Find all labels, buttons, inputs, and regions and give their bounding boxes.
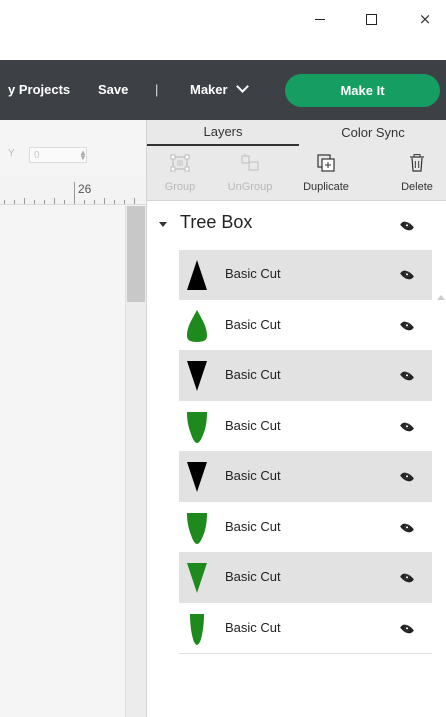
layer-name: Basic Cut	[225, 518, 281, 534]
panel-tabs: Layers Color Sync	[147, 120, 446, 147]
save-button[interactable]: Save	[98, 60, 128, 120]
machine-selector[interactable]: Maker	[190, 60, 249, 120]
layers-panel: Layers Color Sync Group UnGroup Duplicat…	[146, 120, 446, 717]
group-button[interactable]: Group	[147, 146, 213, 200]
duplicate-icon	[317, 154, 335, 172]
ruler-tick	[114, 200, 115, 204]
layer-row[interactable]: Basic Cut	[179, 402, 432, 452]
horizontal-ruler: 26	[0, 176, 146, 205]
layer-group-tree-box[interactable]: Tree Box	[147, 210, 435, 240]
y-position-stepper[interactable]: ▲ ▼	[79, 149, 87, 162]
layer-row[interactable]: Basic Cut	[179, 452, 432, 502]
ungroup-label: UnGroup	[227, 181, 273, 193]
layer-shape-triangle-down-icon	[187, 361, 207, 391]
layer-shape-triangle-up-icon	[187, 260, 207, 290]
ruler-tick	[34, 200, 35, 204]
layer-name: Basic Cut	[225, 569, 281, 584]
layer-name: Basic Cut	[225, 367, 281, 382]
layer-name: Basic Cut	[225, 417, 281, 433]
eye-icon[interactable]	[399, 419, 415, 434]
caret-down-icon[interactable]	[159, 222, 167, 227]
ruler-tick	[44, 200, 45, 204]
scroll-up-icon[interactable]	[437, 295, 445, 300]
header-divider: |	[155, 82, 159, 97]
close-icon: ×	[418, 10, 432, 28]
machine-label: Maker	[190, 82, 228, 97]
ruler-tick	[84, 200, 85, 204]
y-position-label: Y	[8, 148, 15, 159]
chevron-down-icon	[235, 80, 249, 93]
layer-name: Basic Cut	[225, 619, 281, 635]
layer-name: Basic Cut	[225, 468, 281, 483]
group-title: Tree Box	[180, 212, 253, 232]
group-label: Group	[164, 181, 196, 193]
duplicate-button[interactable]: Duplicate	[293, 146, 359, 200]
ruler-tick	[64, 200, 65, 204]
layer-row[interactable]: Basic Cut	[179, 553, 432, 603]
ungroup-button[interactable]: UnGroup	[217, 146, 283, 200]
tab-color-sync[interactable]: Color Sync	[299, 120, 446, 146]
ruler-label: 26	[78, 182, 92, 196]
app-header: y Projects Save | Maker Make It	[0, 60, 446, 120]
group-icon	[170, 154, 190, 172]
eye-icon[interactable]	[399, 368, 415, 384]
maximize-button[interactable]	[354, 0, 388, 38]
layer-shape-blade-icon	[187, 512, 207, 544]
layer-name: Basic Cut	[225, 316, 281, 332]
eye-icon[interactable]	[399, 318, 415, 333]
ruler-tick	[94, 200, 95, 204]
ruler-tick	[104, 198, 105, 204]
layer-row[interactable]: Basic Cut	[179, 250, 432, 300]
layer-row[interactable]: Basic Cut	[179, 301, 432, 351]
ruler-tick	[124, 200, 125, 204]
layers-list: Tree Box Basic Cut Basic Cut Basic Cut Basi…	[147, 200, 446, 717]
layer-row[interactable]: Basic Cut	[179, 503, 432, 553]
layer-row[interactable]: Basic Cut	[179, 351, 432, 401]
canvas-scrollbar-thumb[interactable]	[127, 206, 145, 302]
ruler-tick	[74, 182, 75, 204]
trash-icon	[410, 154, 424, 172]
delete-button[interactable]: Delete	[384, 146, 446, 200]
ruler-tick	[54, 198, 55, 204]
layer-shape-narrow-blade-icon	[190, 613, 204, 645]
layer-toolbar: Group UnGroup Duplicate Delete	[147, 146, 446, 201]
eye-icon[interactable]	[399, 218, 415, 234]
ruler-tick	[14, 200, 15, 204]
design-canvas[interactable]: Y 0 ▲ ▼ 26	[0, 120, 146, 717]
duplicate-label: Duplicate	[303, 181, 349, 193]
layer-shape-blade-icon	[187, 411, 207, 443]
canvas-scrollbar[interactable]	[125, 206, 146, 717]
tab-layers[interactable]: Layers	[147, 120, 299, 146]
minimize-button[interactable]	[303, 0, 337, 38]
close-button[interactable]: ×	[408, 0, 442, 38]
my-projects-link[interactable]: y Projects	[8, 60, 70, 120]
delete-label: Delete	[401, 181, 433, 193]
eye-icon[interactable]	[399, 570, 415, 586]
ruler-tick	[4, 200, 5, 204]
ruler-tick	[24, 198, 25, 204]
eye-icon[interactable]	[399, 520, 415, 535]
eye-icon[interactable]	[399, 267, 415, 283]
y-position-value: 0	[34, 150, 40, 161]
minimize-icon	[315, 19, 325, 20]
layer-row[interactable]: Basic Cut	[179, 604, 432, 654]
window-titlebar: ×	[0, 0, 446, 38]
make-it-button[interactable]: Make It	[285, 74, 440, 107]
eye-icon[interactable]	[399, 469, 415, 485]
eye-icon[interactable]	[399, 621, 415, 636]
ruler-tick	[134, 198, 135, 204]
ungroup-icon	[241, 154, 259, 171]
layer-name: Basic Cut	[225, 266, 281, 281]
maximize-icon	[365, 14, 377, 25]
layer-shape-triangle-down-icon	[187, 462, 207, 492]
layer-shape-leaf-icon	[187, 309, 207, 342]
layer-shape-triangle-down-icon	[187, 563, 207, 593]
